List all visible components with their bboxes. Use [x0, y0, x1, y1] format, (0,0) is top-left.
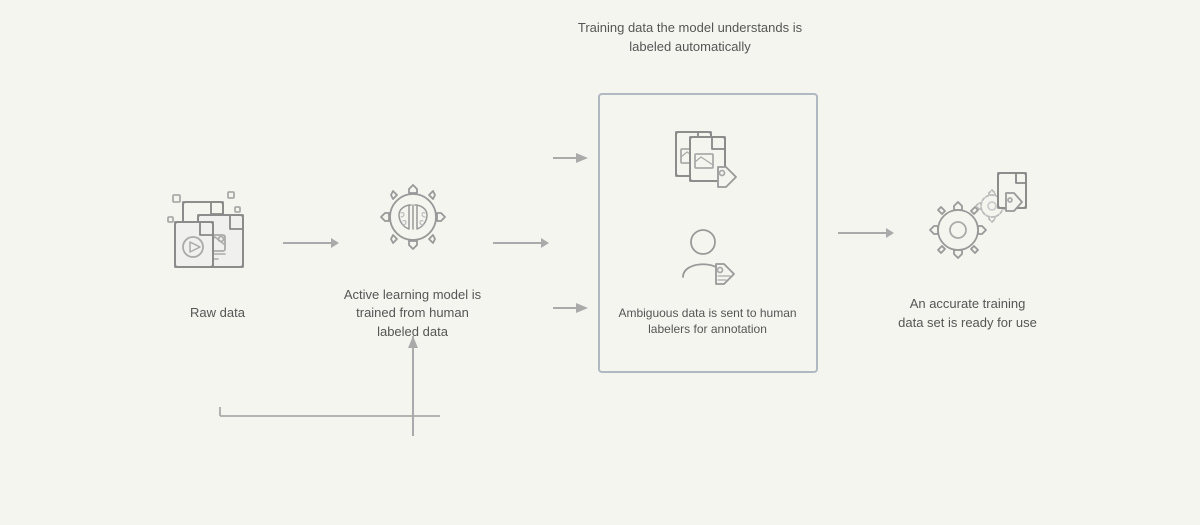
arrow-1 [283, 242, 333, 244]
step-accurate: An accurate training data set is ready f… [898, 173, 1038, 331]
middle-processing-box: Ambiguous data is sent to human labelers… [598, 93, 818, 373]
human-labeler-item: Ambiguous data is sent to human labelers… [618, 222, 798, 339]
ambiguous-data-label: Ambiguous data is sent to human labelers… [618, 305, 798, 339]
auto-label-item [668, 127, 748, 197]
active-model-label: Active learning model is trained from hu… [343, 286, 483, 341]
feedback-arrow-indicator [403, 336, 423, 461]
main-layout: Raw data [163, 133, 1038, 373]
box-entry-arrows [553, 103, 588, 363]
accurate-label: An accurate training data set is ready f… [898, 295, 1038, 331]
arrow-3-line [838, 232, 888, 234]
arrow-2-line [493, 242, 543, 244]
raw-data-label: Raw data [190, 304, 245, 322]
brain-gear-icon [358, 164, 468, 274]
arrow-3 [838, 232, 888, 234]
feedback-loop-arrow [210, 406, 670, 446]
middle-box-top-label: Training data the model understands is l… [575, 18, 805, 57]
flow-wrapper: Raw data [20, 18, 1180, 508]
diagram-container: Raw data [20, 18, 1180, 508]
arrow-2 [493, 242, 543, 244]
accurate-training-icon [913, 173, 1023, 283]
top-entry-arrow [553, 152, 588, 164]
bottom-entry-arrow [553, 302, 588, 314]
arrow-1-line [283, 242, 333, 244]
step-raw-data: Raw data [163, 182, 273, 322]
step-active-model: Active learning model is trained from hu… [343, 164, 483, 341]
raw-data-icon [163, 182, 273, 292]
middle-section: Training data the model understands is l… [553, 93, 828, 373]
